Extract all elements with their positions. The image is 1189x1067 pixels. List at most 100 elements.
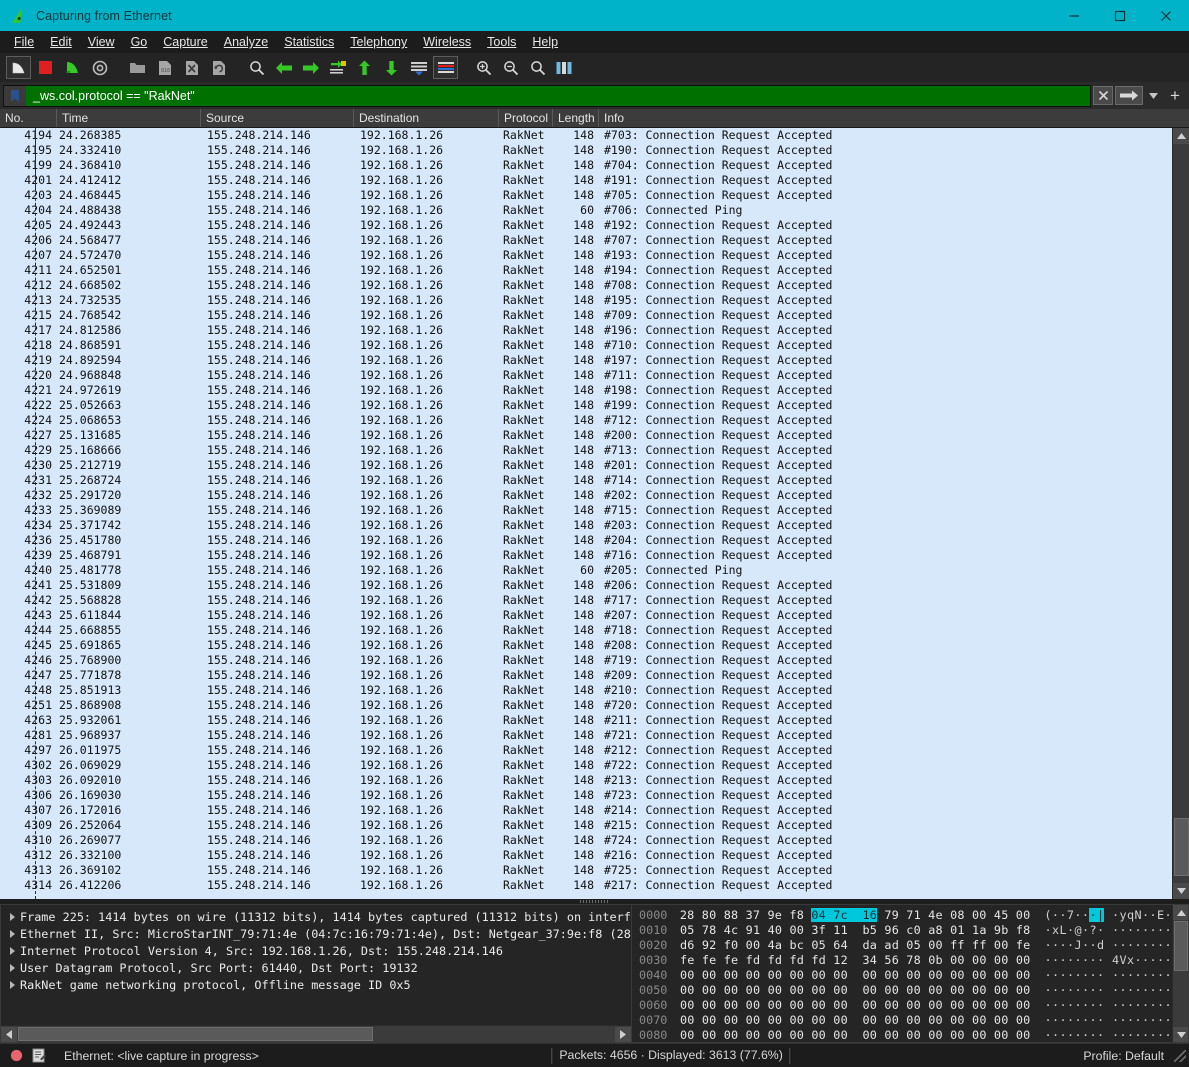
packet-row[interactable]: 424225.568828155.248.214.146192.168.1.26… [0, 593, 1189, 608]
expand-triangle-icon[interactable] [4, 925, 20, 942]
hex-row[interactable]: 007000 00 00 00 00 00 00 00 00 00 00 00 … [632, 1013, 1172, 1028]
packet-row[interactable]: 424825.851913155.248.214.146192.168.1.26… [0, 683, 1189, 698]
scroll-up-icon[interactable] [1173, 128, 1189, 144]
chevron-down-icon[interactable] [1145, 86, 1162, 105]
packet-row[interactable]: 423625.451780155.248.214.146192.168.1.26… [0, 533, 1189, 548]
column-header-source[interactable]: Source [201, 109, 354, 127]
menu-file[interactable]: File [7, 33, 41, 51]
detail-row-ethernet[interactable]: Ethernet II, Src: MicroStarINT_79:71:4e … [1, 925, 631, 942]
hex-row[interactable]: 006000 00 00 00 00 00 00 00 00 00 00 00 … [632, 998, 1172, 1013]
expand-triangle-icon[interactable] [4, 908, 20, 925]
hex-row[interactable]: 001005 78 4c 91 40 00 3f 11 b5 96 c0 a8 … [632, 923, 1172, 938]
packet-row[interactable]: 423925.468791155.248.214.146192.168.1.26… [0, 548, 1189, 563]
packet-row[interactable]: 424025.481778155.248.214.146192.168.1.26… [0, 563, 1189, 578]
reload-file-icon[interactable] [206, 56, 231, 79]
close-button[interactable] [1143, 0, 1189, 31]
packet-row[interactable]: 421124.652501155.248.214.146192.168.1.26… [0, 263, 1189, 278]
column-header-length[interactable]: Length [553, 109, 599, 127]
column-header-no[interactable]: No. [0, 109, 57, 127]
save-file-icon[interactable]: 010 [152, 56, 177, 79]
apply-filter-arrow-icon[interactable] [1115, 86, 1143, 105]
resize-grip-icon[interactable] [1174, 1050, 1186, 1062]
bookmark-icon[interactable] [4, 86, 26, 106]
hex-row[interactable]: 0030fe fe fe fd fd fd fd 12 34 56 78 0b … [632, 953, 1172, 968]
packet-row[interactable]: 420124.412412155.248.214.146192.168.1.26… [0, 173, 1189, 188]
menu-analyze[interactable]: Analyze [217, 33, 275, 51]
detail-row-udp[interactable]: User Datagram Protocol, Src Port: 61440,… [1, 959, 631, 976]
packet-row[interactable]: 424525.691865155.248.214.146192.168.1.26… [0, 638, 1189, 653]
packet-row[interactable]: 430626.169030155.248.214.146192.168.1.26… [0, 788, 1189, 803]
display-filter-input[interactable]: _ws.col.protocol == "RakNet" [26, 86, 1090, 106]
go-forward-icon[interactable] [298, 56, 323, 79]
packet-bytes-scroll-thumb[interactable] [1174, 921, 1188, 971]
packet-row[interactable]: 423125.268724155.248.214.146192.168.1.26… [0, 473, 1189, 488]
menu-statistics[interactable]: Statistics [277, 33, 341, 51]
packet-row[interactable]: 424425.668855155.248.214.146192.168.1.26… [0, 623, 1189, 638]
open-file-icon[interactable] [125, 56, 150, 79]
colorize-packets-icon[interactable] [433, 56, 458, 79]
packet-row[interactable]: 420724.572470155.248.214.146192.168.1.26… [0, 248, 1189, 263]
packet-row[interactable]: 424125.531809155.248.214.146192.168.1.26… [0, 578, 1189, 593]
packet-row[interactable]: 430726.172016155.248.214.146192.168.1.26… [0, 803, 1189, 818]
packet-row[interactable]: 419424.268385155.248.214.146192.168.1.26… [0, 128, 1189, 143]
column-header-destination[interactable]: Destination [354, 109, 499, 127]
packet-row[interactable]: 421924.892594155.248.214.146192.168.1.26… [0, 353, 1189, 368]
restart-capture-icon[interactable] [60, 56, 85, 79]
scroll-right-icon[interactable] [615, 1027, 631, 1042]
packet-row[interactable]: 430226.069029155.248.214.146192.168.1.26… [0, 758, 1189, 773]
go-to-packet-icon[interactable] [325, 56, 350, 79]
packet-row[interactable]: 421724.812586155.248.214.146192.168.1.26… [0, 323, 1189, 338]
packet-row[interactable]: 431426.412206155.248.214.146192.168.1.26… [0, 878, 1189, 893]
packet-row[interactable]: 430926.252064155.248.214.146192.168.1.26… [0, 818, 1189, 833]
stop-capture-icon[interactable] [33, 56, 58, 79]
packet-row[interactable]: 428125.968937155.248.214.146192.168.1.26… [0, 728, 1189, 743]
start-capture-icon[interactable] [6, 56, 31, 79]
menu-help[interactable]: Help [525, 33, 565, 51]
packet-row[interactable]: 431226.332100155.248.214.146192.168.1.26… [0, 848, 1189, 863]
column-header-info[interactable]: Info [599, 109, 1189, 127]
scroll-down-icon[interactable] [1173, 883, 1189, 899]
zoom-reset-icon[interactable] [525, 56, 550, 79]
hex-row[interactable]: 0020d6 92 f0 00 4a bc 05 64 da ad 05 00 … [632, 938, 1172, 953]
packet-row[interactable]: 422225.052663155.248.214.146192.168.1.26… [0, 398, 1189, 413]
add-filter-button[interactable]: + [1164, 85, 1186, 107]
auto-scroll-icon[interactable] [406, 56, 431, 79]
packet-row[interactable]: 419924.368410155.248.214.146192.168.1.26… [0, 158, 1189, 173]
capture-file-properties-icon[interactable] [32, 1048, 46, 1063]
packet-details-pane[interactable]: Frame 225: 1414 bytes on wire (11312 bit… [0, 904, 632, 1043]
column-header-time[interactable]: Time [57, 109, 201, 127]
packet-row[interactable]: 431026.269077155.248.214.146192.168.1.26… [0, 833, 1189, 848]
packet-bytes-pane[interactable]: 000028 80 88 37 9e f8 04 7c 16 79 71 4e … [632, 904, 1189, 1043]
packet-details-hscroll-thumb[interactable] [18, 1027, 373, 1041]
menu-capture[interactable]: Capture [156, 33, 214, 51]
expand-triangle-icon[interactable] [4, 959, 20, 976]
expand-triangle-icon[interactable] [4, 976, 20, 993]
packet-list-body[interactable]: 419424.268385155.248.214.146192.168.1.26… [0, 128, 1189, 899]
detail-row-ipv4[interactable]: Internet Protocol Version 4, Src: 192.16… [1, 942, 631, 959]
menu-wireless[interactable]: Wireless [416, 33, 478, 51]
packet-row[interactable]: 420424.488438155.248.214.146192.168.1.26… [0, 203, 1189, 218]
packet-row[interactable]: 422725.131685155.248.214.146192.168.1.26… [0, 428, 1189, 443]
menu-tools[interactable]: Tools [480, 33, 523, 51]
hex-row[interactable]: 008000 00 00 00 00 00 00 00 00 00 00 00 … [632, 1028, 1172, 1042]
packet-details-tree[interactable]: Frame 225: 1414 bytes on wire (11312 bit… [1, 905, 631, 1025]
packet-row[interactable]: 419524.332410155.248.214.146192.168.1.26… [0, 143, 1189, 158]
resize-columns-icon[interactable] [552, 56, 577, 79]
scroll-left-icon[interactable] [1, 1027, 17, 1042]
packet-row[interactable]: 426325.932061155.248.214.146192.168.1.26… [0, 713, 1189, 728]
display-filter-field-wrap[interactable]: _ws.col.protocol == "RakNet" [3, 85, 1091, 107]
packet-row[interactable]: 424625.768900155.248.214.146192.168.1.26… [0, 653, 1189, 668]
packet-row[interactable]: 422925.168666155.248.214.146192.168.1.26… [0, 443, 1189, 458]
hex-row[interactable]: 004000 00 00 00 00 00 00 00 00 00 00 00 … [632, 968, 1172, 983]
packet-bytes-scrollbar[interactable] [1172, 905, 1188, 1042]
packet-row[interactable]: 422124.972619155.248.214.146192.168.1.26… [0, 383, 1189, 398]
packet-row[interactable]: 420324.468445155.248.214.146192.168.1.26… [0, 188, 1189, 203]
packet-list-scroll-thumb[interactable] [1174, 818, 1189, 876]
packet-row[interactable]: 420524.492443155.248.214.146192.168.1.26… [0, 218, 1189, 233]
maximize-button[interactable] [1097, 0, 1143, 31]
minimize-button[interactable] [1051, 0, 1097, 31]
go-to-last-packet-icon[interactable] [379, 56, 404, 79]
menu-go[interactable]: Go [124, 33, 155, 51]
packet-row[interactable]: 422425.068653155.248.214.146192.168.1.26… [0, 413, 1189, 428]
hex-row[interactable]: 005000 00 00 00 00 00 00 00 00 00 00 00 … [632, 983, 1172, 998]
